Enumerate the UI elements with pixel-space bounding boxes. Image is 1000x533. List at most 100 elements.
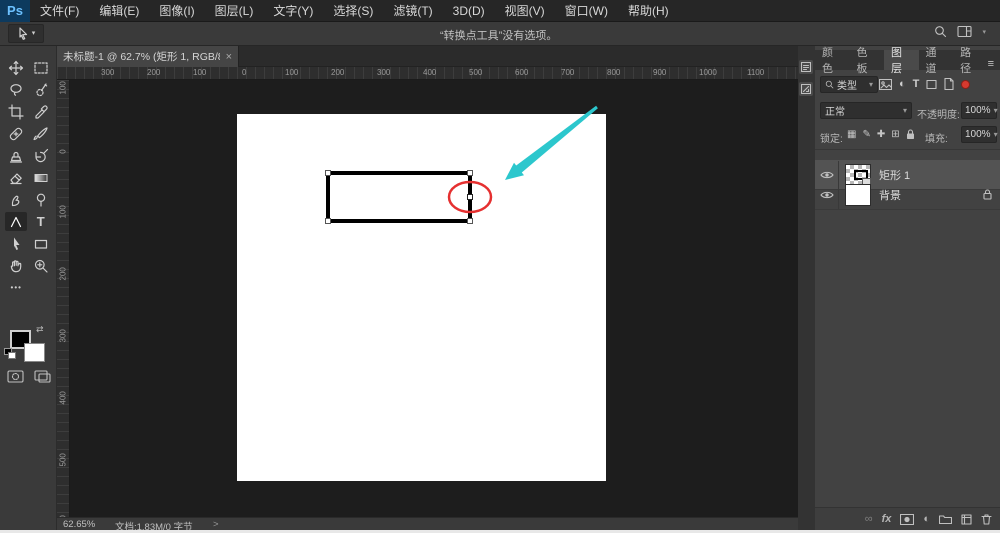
smart-object-filter-icon[interactable] xyxy=(944,78,954,90)
filter-type-label: 类型 xyxy=(837,81,857,92)
properties-panel-icon[interactable] xyxy=(799,82,813,96)
status-bar: 62.65% 文档:1.83M/0 字节 > xyxy=(57,517,798,533)
crop-tool[interactable] xyxy=(5,102,27,121)
eye-icon xyxy=(819,171,834,178)
lock-pixels-icon[interactable]: ✎ xyxy=(862,129,870,140)
menu-window[interactable]: 窗口(W) xyxy=(555,0,618,22)
new-group-icon[interactable] xyxy=(939,514,952,524)
menu-help[interactable]: 帮助(H) xyxy=(618,0,679,22)
layer-thumbnail[interactable] xyxy=(845,183,871,206)
visibility-toggle[interactable] xyxy=(815,180,839,209)
horizontal-ruler: 300 200 100 0 100 200 300 400 500 600 70… xyxy=(57,67,798,80)
eraser-tool[interactable] xyxy=(5,168,27,187)
layer-name[interactable]: 背景 xyxy=(879,187,901,203)
link-layers-icon[interactable]: ∞ xyxy=(865,513,873,525)
search-icon[interactable] xyxy=(934,25,947,38)
status-chevron[interactable]: > xyxy=(213,519,219,530)
lock-artboard-icon[interactable]: ⊞ xyxy=(891,129,899,140)
type-tool[interactable]: T xyxy=(30,212,52,231)
menu-type[interactable]: 文字(Y) xyxy=(263,0,323,22)
tab-channels[interactable]: 通道 xyxy=(919,47,954,75)
path-selection-tool[interactable] xyxy=(5,234,27,253)
ruler-label: 0 xyxy=(242,68,247,77)
chevron-down-icon[interactable]: ▾ xyxy=(982,28,986,36)
tool-preset-dropdown[interactable]: ▾ xyxy=(8,24,44,43)
gradient-tool[interactable] xyxy=(30,168,52,187)
panel-menu-icon[interactable]: ≡ xyxy=(988,58,994,70)
shape-tool[interactable] xyxy=(30,234,52,253)
zoom-tool[interactable] xyxy=(30,256,52,275)
clone-stamp-tool[interactable] xyxy=(5,146,27,165)
dodge-tool[interactable] xyxy=(30,190,52,209)
new-layer-icon[interactable] xyxy=(961,513,972,525)
layer-row-background[interactable]: 背景 xyxy=(815,180,1000,210)
opacity-field[interactable]: 100% ▾ xyxy=(961,102,998,119)
history-panel-icon[interactable] xyxy=(799,60,813,74)
lock-icon xyxy=(983,189,992,200)
blend-mode-dropdown[interactable]: 正常 ▾ xyxy=(820,102,912,119)
convert-point-tool[interactable] xyxy=(5,212,28,231)
lock-transparency-icon[interactable]: ▦ xyxy=(847,129,856,140)
vertical-ruler: 100 0 100 200 300 400 500 600 xyxy=(57,80,70,529)
smudge-tool[interactable] xyxy=(5,190,27,209)
zoom-level-field[interactable]: 62.65% xyxy=(63,519,95,530)
layer-style-icon[interactable]: fx xyxy=(882,513,892,525)
delete-layer-icon[interactable] xyxy=(981,513,992,525)
layer-filter-type-dropdown[interactable]: 类型 ▾ xyxy=(820,76,878,93)
ruler-label: 300 xyxy=(101,68,115,77)
chevron-down-icon: ▾ xyxy=(902,106,907,115)
move-tool[interactable] xyxy=(5,58,27,77)
tab-layers[interactable]: 图层 xyxy=(884,47,919,75)
healing-brush-tool[interactable] xyxy=(5,124,27,143)
menu-file[interactable]: 文件(F) xyxy=(30,0,89,22)
document-tab[interactable]: 未标题-1 @ 62.7% (矩形 1, RGB/8#) * × xyxy=(57,46,239,67)
tab-paths[interactable]: 路径 xyxy=(953,47,988,75)
add-mask-icon[interactable] xyxy=(900,513,915,525)
menu-edit[interactable]: 编辑(E) xyxy=(89,0,149,22)
brush-tool[interactable] xyxy=(30,124,52,143)
ruler-label: 900 xyxy=(653,68,667,77)
menu-3d[interactable]: 3D(D) xyxy=(443,0,495,22)
menu-image[interactable]: 图像(I) xyxy=(149,0,204,22)
history-brush-tool[interactable] xyxy=(30,146,52,165)
quick-mask-icon[interactable] xyxy=(6,370,24,383)
ruler-label: 500 xyxy=(469,68,483,77)
fill-field[interactable]: 100% ▾ xyxy=(961,126,998,143)
workspace-icon[interactable] xyxy=(957,25,973,38)
edit-toolbar-button[interactable]: ••• xyxy=(5,278,27,297)
ruler-label: 100 xyxy=(58,81,68,95)
swap-colors-icon[interactable]: ⇄ xyxy=(36,324,44,335)
pixel-layer-filter-icon[interactable] xyxy=(879,78,892,90)
menu-layer[interactable]: 图层(L) xyxy=(205,0,264,22)
adjustment-layer-filter-icon[interactable]: ◐ xyxy=(899,78,906,90)
lasso-tool[interactable] xyxy=(5,80,27,99)
layer-filter-icons: ◐ T xyxy=(879,78,971,90)
lock-all-icon[interactable] xyxy=(906,129,915,140)
tab-swatches[interactable]: 色板 xyxy=(850,47,885,75)
background-color-swatch[interactable] xyxy=(24,343,45,362)
menu-filter[interactable]: 滤镜(T) xyxy=(383,0,442,22)
opacity-label: 不透明度: xyxy=(917,110,960,121)
document-canvas[interactable] xyxy=(237,114,606,481)
close-tab-icon[interactable]: × xyxy=(226,51,232,63)
adjustment-layer-icon[interactable]: ◐ xyxy=(923,513,930,525)
lock-label: 锁定: xyxy=(820,134,843,145)
menu-select[interactable]: 选择(S) xyxy=(323,0,383,22)
ruler-label: 1100 xyxy=(747,68,765,77)
type-layer-filter-icon[interactable]: T xyxy=(913,78,920,90)
shape-layer-filter-icon[interactable] xyxy=(926,79,937,90)
default-colors-icon[interactable] xyxy=(4,348,16,359)
eyedropper-tool[interactable] xyxy=(30,102,52,121)
tool-bar: T ••• ⇄ xyxy=(0,46,57,530)
canvas-drawing xyxy=(237,105,606,481)
chevron-down-icon: ▾ xyxy=(993,106,998,115)
menu-view[interactable]: 视图(V) xyxy=(495,0,555,22)
screen-mode-icon[interactable] xyxy=(33,370,51,383)
quick-selection-tool[interactable] xyxy=(30,80,52,99)
hand-tool[interactable] xyxy=(5,256,27,275)
filter-toggle-icon[interactable] xyxy=(961,79,971,89)
marquee-tool[interactable] xyxy=(30,58,52,77)
lock-position-icon[interactable]: ✚ xyxy=(877,129,885,140)
canvas-area[interactable] xyxy=(70,80,798,517)
tab-color[interactable]: 颜色 xyxy=(815,47,850,75)
